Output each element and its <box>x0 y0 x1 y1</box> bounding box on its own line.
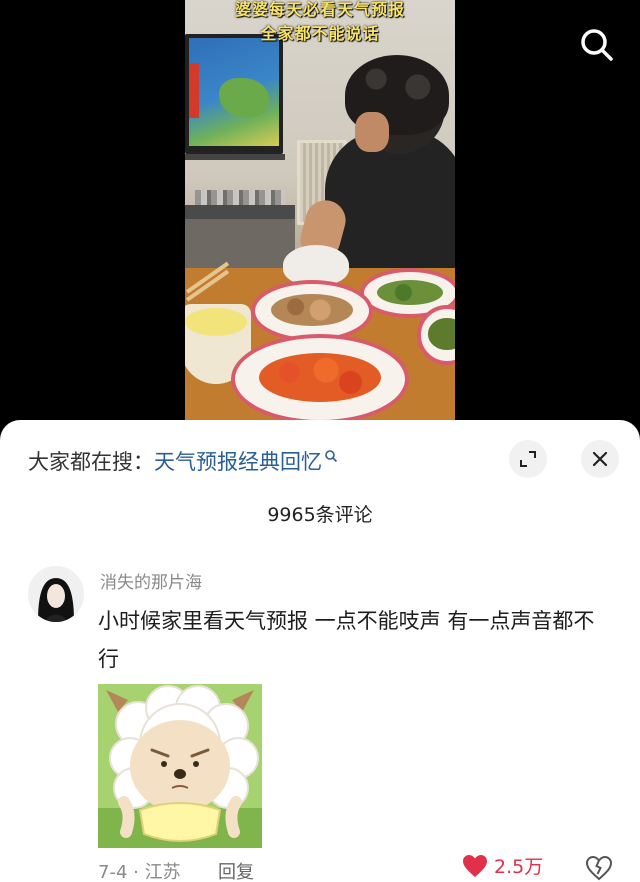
comment-count: 9965条评论 <box>267 504 373 526</box>
video-caption-line1: 婆婆每天必看天气预报 <box>234 0 405 19</box>
search-small-icon <box>325 450 338 463</box>
expand-button[interactable] <box>509 440 547 478</box>
search-icon[interactable] <box>574 22 620 68</box>
sheep-sticker-image[interactable] <box>98 684 262 848</box>
expand-icon <box>520 451 536 467</box>
sheet-header: 大家都在搜：天气预报经典回忆 9965条评论 <box>0 420 640 526</box>
trending-prefix: 大家都在搜： <box>28 450 154 474</box>
like-button[interactable]: 2.5万 <box>462 852 543 879</box>
tv <box>185 34 283 154</box>
like-count: 2.5万 <box>494 856 544 878</box>
trending-query-link[interactable]: 天气预报经典回忆 <box>154 450 322 474</box>
broken-heart-icon[interactable] <box>585 854 613 882</box>
video-player[interactable]: 婆婆每天必看天气预报 全家都不能说话 <box>0 0 640 440</box>
comment-text: 小时候家里看天气预报 一点不能吱声 有一点声音都不行 <box>98 609 595 671</box>
video-caption-line2: 全家都不能说话 <box>260 24 380 43</box>
avatar-image <box>28 566 84 622</box>
comment-username[interactable]: 消失的那片海 <box>100 568 202 593</box>
avatar[interactable] <box>28 566 84 622</box>
close-button[interactable] <box>581 440 619 478</box>
comment-date-location: 7-4 · 江苏 <box>98 862 181 882</box>
trending-search: 大家都在搜：天气预报经典回忆 <box>28 446 338 476</box>
video-frame: 婆婆每天必看天气预报 全家都不能说话 <box>185 0 455 440</box>
comment-sheet: 大家都在搜：天气预报经典回忆 9965条评论 消失的那片海 小时候家里看天气预报… <box>0 420 640 882</box>
heart-icon <box>463 854 487 877</box>
reply-button[interactable]: 回复 <box>218 858 254 882</box>
close-icon <box>592 451 608 467</box>
